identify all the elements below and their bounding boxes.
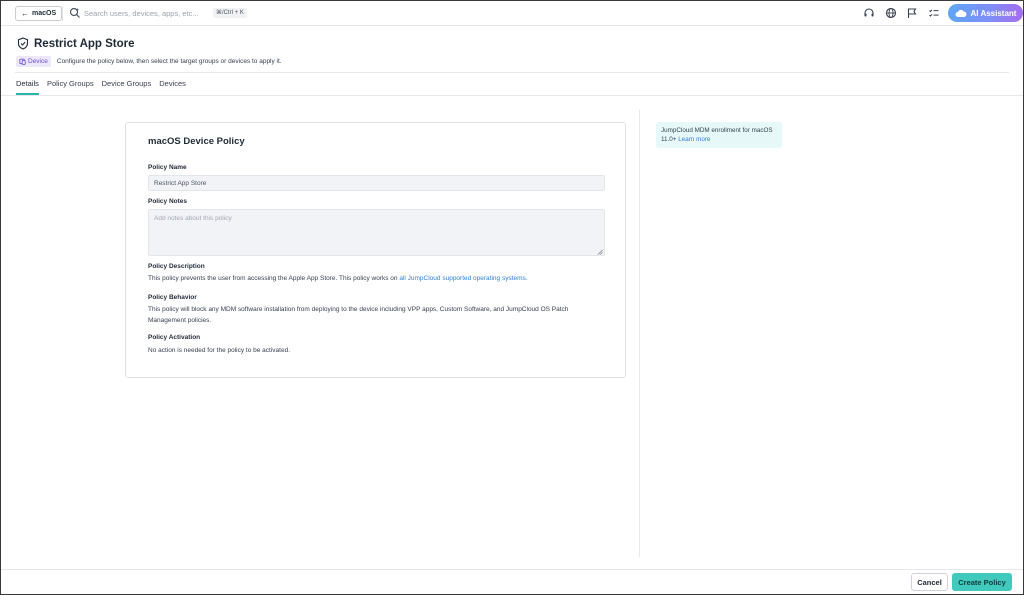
flag-icon[interactable] [906,7,918,19]
shield-check-icon [17,37,29,50]
page-title: Restrict App Store [34,37,135,50]
page-header: Restrict App Store [17,37,135,50]
back-button[interactable]: ← macOS [15,6,63,21]
policy-description-label: Policy Description [148,263,205,270]
mdm-info-box: JumpCloud MDM enrollment for macOS 11.0+… [656,122,782,148]
globe-icon[interactable] [885,7,897,19]
tab-device-groups[interactable]: Device Groups [102,79,152,95]
policy-name-label: Policy Name [148,164,187,171]
search-input[interactable] [84,7,214,19]
card-title: macOS Device Policy [148,136,245,147]
header-divider [15,72,1009,73]
side-panel-divider [639,110,640,557]
search-shortcut-badge: ⌘/Ctrl + K [213,8,247,18]
checklist-icon[interactable] [928,7,940,19]
arrow-left-icon: ← [21,9,29,18]
policy-activation-label: Policy Activation [148,334,201,341]
top-bar: ← macOS ⌘/Ctrl + K [1,1,1023,26]
policy-name-input[interactable] [148,175,605,191]
device-icon [19,58,26,65]
device-badge: Device [16,56,51,67]
device-badge-label: Device [28,58,48,65]
header-subtitle-row: Device Configure the policy below, then … [16,56,282,67]
supported-os-link[interactable]: all JumpCloud supported operating system… [399,275,525,282]
cloud-icon [955,9,967,17]
policy-description-text: This policy prevents the user from acces… [148,273,608,284]
tabs-divider [1,95,1023,96]
ai-assistant-button[interactable]: AI Assistant [948,4,1023,22]
tab-devices[interactable]: Devices [159,79,186,95]
policy-card: macOS Device Policy Policy Name Policy N… [125,122,626,378]
search-icon[interactable] [69,7,81,19]
description-text-main: This policy prevents the user from acces… [148,275,400,282]
app-window: ← macOS ⌘/Ctrl + K [0,0,1024,595]
policy-behavior-text: This policy will block any MDM software … [148,306,569,324]
page-subtitle: Configure the policy below, then select … [56,58,282,65]
cancel-button[interactable]: Cancel [911,573,948,591]
footer-divider [1,569,1023,570]
policy-behavior-label: Policy Behavior [148,294,197,301]
resize-handle-icon[interactable] [597,249,603,255]
create-policy-button[interactable]: Create Policy [952,573,1012,591]
description-text-end: . [525,275,528,282]
tab-bar: Details Policy Groups Device Groups Devi… [16,79,186,95]
policy-activation-text: No action is needed for the policy to be… [148,347,291,354]
ai-assistant-label: AI Assistant [970,8,1017,18]
learn-more-link[interactable]: Learn more [678,136,710,143]
policy-notes-label: Policy Notes [148,198,188,205]
tab-details[interactable]: Details [16,79,39,95]
back-button-label: macOS [32,10,57,17]
tab-policy-groups[interactable]: Policy Groups [47,79,94,95]
policy-notes-textarea[interactable] [148,209,605,256]
topbar-divider [62,6,63,21]
headset-icon[interactable] [863,7,875,19]
